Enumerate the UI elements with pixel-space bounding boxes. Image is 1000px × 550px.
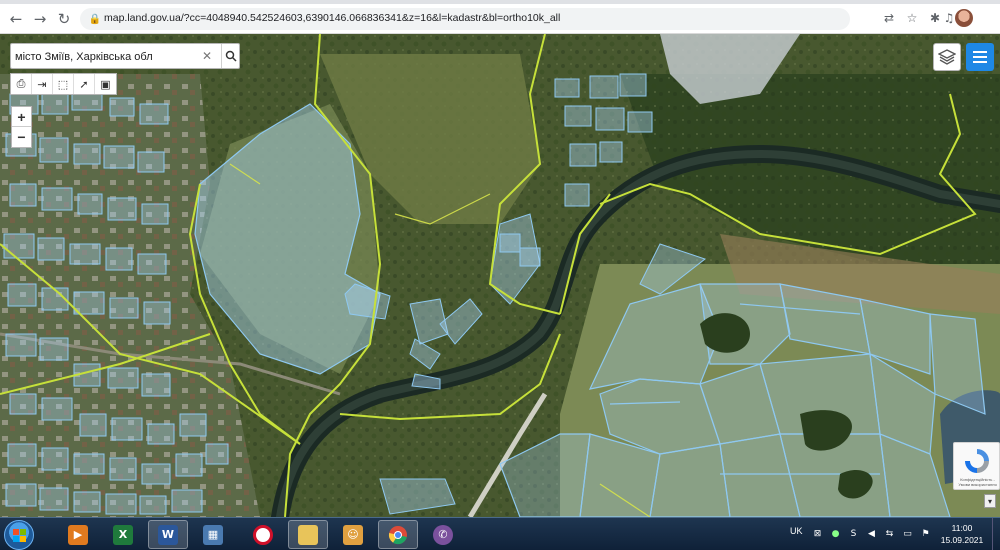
address-bar[interactable]: 🔒 map.land.gov.ua/?cc=4048940.542524603,… [80, 8, 850, 30]
skype-icon[interactable]: S [848, 528, 859, 539]
satellite-map [0, 34, 1000, 517]
reload-icon[interactable]: ↻ [54, 9, 74, 29]
zoom-control: + − [11, 106, 32, 148]
show-desktop-button[interactable] [992, 518, 1000, 550]
lock-icon[interactable]: 🔒 [88, 12, 102, 26]
network-icon[interactable]: ⊠ [812, 528, 823, 539]
star-icon[interactable]: ☆ [903, 9, 921, 27]
recaptcha-icon [965, 449, 989, 473]
taskbar-opera[interactable] [243, 520, 283, 549]
print-icon[interactable]: ⎙ [11, 74, 32, 94]
users-icon: ☺ [343, 524, 363, 545]
clock-time: 11:00 [951, 523, 973, 533]
menu-icon[interactable] [966, 43, 994, 71]
browser-toolbar: ← → ↻ 🔒 map.land.gov.ua/?cc=4048940.5425… [0, 0, 1000, 34]
layers-icon[interactable] [933, 43, 961, 71]
taskbar-explorer[interactable] [288, 520, 328, 549]
viber-icon: ✆ [433, 524, 453, 545]
language-indicator[interactable]: UK [790, 526, 803, 536]
close-icon[interactable]: ✕ [199, 48, 215, 64]
info-icon[interactable]: ▣ [95, 74, 116, 94]
arrow-left-icon[interactable]: ← [6, 9, 26, 29]
tab-strip [0, 0, 1000, 4]
excel-icon: X [113, 524, 133, 545]
taskbar-users[interactable]: ☺ [333, 520, 373, 549]
taskbar-word[interactable]: W [148, 520, 188, 549]
media-player-icon: ▶ [68, 524, 88, 545]
flag-icon[interactable]: ⚑ [920, 528, 931, 539]
zoom-in-button[interactable]: + [12, 107, 31, 127]
taskbar-chrome[interactable] [378, 520, 418, 549]
map-toolbar: ⎙ ⇥ ⬚ ➚ ▣ [10, 73, 117, 95]
display-icon[interactable]: ▭ [902, 528, 913, 539]
taskbar-viber[interactable]: ✆ [423, 520, 463, 549]
map-canvas[interactable]: Конфіденційність - Умови використання ▾ [0, 34, 1000, 517]
search-input[interactable] [15, 47, 193, 66]
pointer-icon[interactable]: ➚ [74, 74, 95, 94]
profile-avatar[interactable] [955, 9, 973, 27]
contacts-icon: ▦ [203, 524, 223, 545]
translate-icon[interactable]: ⇄ [880, 9, 898, 27]
select-area-icon[interactable]: ⬚ [53, 74, 74, 94]
taskbar-media-player[interactable]: ▶ [58, 520, 98, 549]
taskbar-excel[interactable]: X [103, 520, 143, 549]
recaptcha-label: Конфіденційність - Умови використання [958, 477, 997, 487]
scroll-down-icon[interactable]: ▾ [984, 494, 996, 508]
security-icon[interactable]: ● [830, 528, 841, 539]
folder-icon [298, 524, 318, 545]
opera-icon [253, 524, 273, 545]
measure-icon[interactable]: ⇥ [32, 74, 53, 94]
search-icon[interactable] [221, 44, 240, 68]
taskbar: ▶ X W ▦ ☺ ✆ UK ⊠ ● S ◀ ⇆ ▭ ⚑ 11:00 15.09… [0, 517, 1000, 550]
url-text: map.land.gov.ua/?cc=4048940.542524603,63… [104, 12, 561, 24]
sync-icon[interactable]: ⇆ [884, 528, 895, 539]
clock-date: 15.09.2021 [940, 535, 984, 545]
app-window: ← → ↻ 🔒 map.land.gov.ua/?cc=4048940.5425… [0, 0, 1000, 550]
chrome-icon [388, 525, 407, 544]
system-clock[interactable]: 11:00 15.09.2021 [940, 522, 984, 546]
search-box: ✕ [10, 43, 240, 69]
arrow-right-icon[interactable]: → [30, 9, 50, 29]
word-icon: W [158, 524, 178, 545]
taskbar-contacts[interactable]: ▦ [193, 520, 233, 549]
volume-icon[interactable]: ◀ [866, 528, 877, 539]
recaptcha-badge[interactable]: Конфіденційність - Умови використання [953, 442, 1000, 490]
start-button[interactable] [4, 520, 34, 550]
zoom-out-button[interactable]: − [12, 127, 31, 147]
